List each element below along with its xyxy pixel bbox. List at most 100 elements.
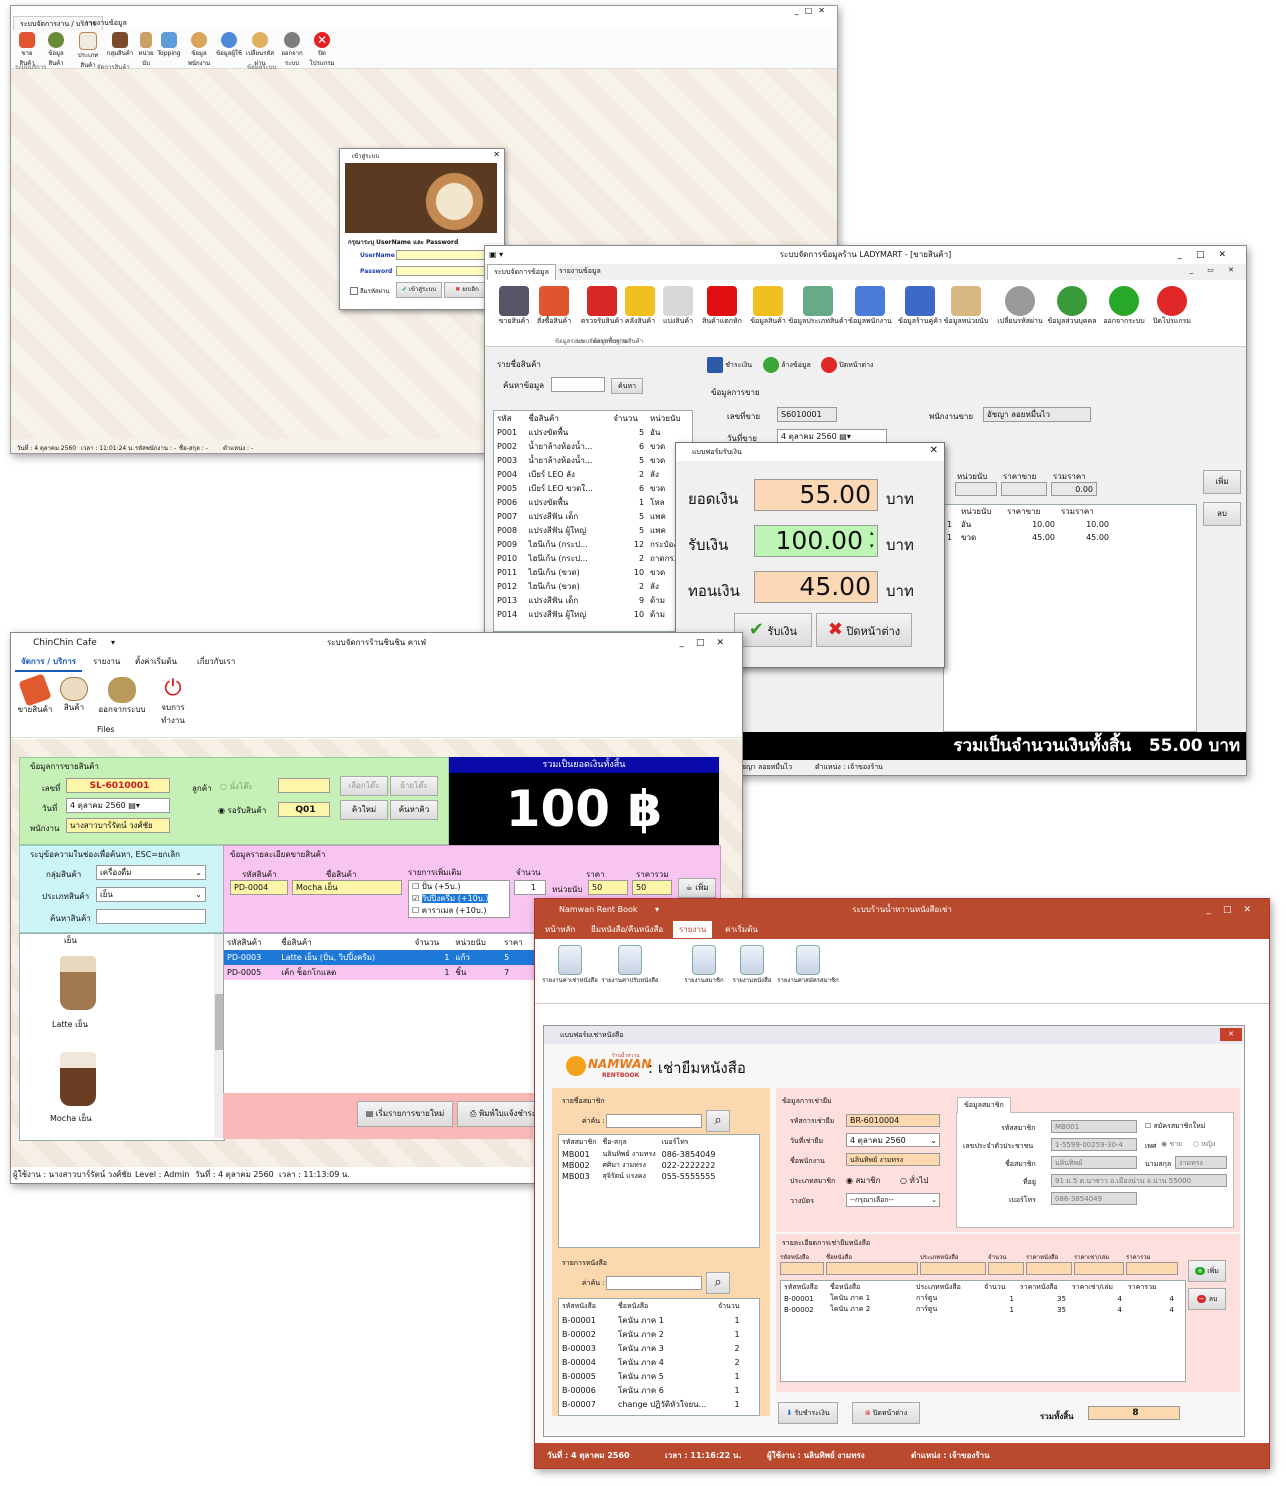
detail-input[interactable] xyxy=(1026,1262,1072,1275)
table-row[interactable]: P008 แปรงสีฟัน ผู้ใหญ่ 5 แพค xyxy=(494,523,692,537)
table-row[interactable]: B-00002 โคนัน ภาค 21 xyxy=(559,1327,743,1341)
latte-image[interactable] xyxy=(60,956,96,1010)
detail-input[interactable] xyxy=(1126,1262,1178,1275)
table-row[interactable]: P009 ไฮนีเก้น (กระป... 12 กระป๋อง xyxy=(494,537,692,551)
tab-settings[interactable]: ค่าเริ่มต้น xyxy=(719,921,764,938)
tab-report[interactable]: รายงานข้อมูล xyxy=(79,16,133,31)
extra-item[interactable]: ☐ ปั่น (+5บ.) xyxy=(412,881,509,893)
unit-field[interactable] xyxy=(955,482,997,496)
report-tool-5[interactable]: รายงานค่าสมัครสมาชิก xyxy=(775,945,841,985)
add-item-button[interactable]: ☕ เพิ่ม xyxy=(678,878,716,898)
type-select[interactable]: เย็น ⌄ xyxy=(96,887,206,902)
detail-input[interactable] xyxy=(920,1262,986,1275)
table-row[interactable]: B-00001 โคนัน ภาค 11 xyxy=(559,1313,743,1327)
tool-13[interactable]: ข้อมูลส่วนบุคคล xyxy=(1047,286,1097,327)
tool-15[interactable]: ปิดโปรแกรม xyxy=(1147,286,1197,327)
table-field[interactable] xyxy=(278,778,330,793)
tool-6[interactable]: สินค้าแตกหัก xyxy=(697,286,747,327)
tool-12[interactable]: เปลี่ยนรหัสผ่าน xyxy=(995,286,1045,327)
tool-topping[interactable]: Topping xyxy=(157,32,181,57)
table-row[interactable]: MB001 นลินทิพย์ งามทรง 086-3854049 xyxy=(559,1149,718,1160)
table-row[interactable]: P003 น้ำยาล้างห้องน้ำ... 5 ขวด xyxy=(494,453,692,467)
table-row[interactable]: B-00002 โคนัน ภาค 2 การ์ตูน 1 35 4 4 xyxy=(781,1304,1177,1315)
report-tool-4[interactable]: รายงานหนังสือ xyxy=(723,945,781,985)
extras-list[interactable]: ☐ ปั่น (+5บ.) ☑ วิปปิ้งครีม (+10บ.) ☐ คา… xyxy=(408,880,510,918)
search-input[interactable] xyxy=(551,377,605,392)
new-sale-button[interactable]: ▤ เริ่มรายการขายใหม่ xyxy=(357,1101,453,1127)
tool-logout[interactable]: ออกจากระบบ xyxy=(277,32,307,68)
close-icon[interactable]: ✕ xyxy=(930,445,938,456)
price-field[interactable] xyxy=(1001,482,1047,496)
rent-date-picker[interactable]: 4 ตุลาคม 2560 ⌄ xyxy=(846,1133,940,1147)
tool-10[interactable]: ข้อมูลร้านคู่ค้า xyxy=(895,286,945,327)
tool-employee[interactable]: ข้อมูลพนักงาน xyxy=(183,32,215,68)
tab-manage[interactable]: ระบบจัดการข้อมูล xyxy=(487,264,556,280)
table-row[interactable]: P004 เบียร์ LEO ลัง 2 ลัง xyxy=(494,467,692,481)
takeaway-radio[interactable]: ◉ รอรับสินค้า xyxy=(218,804,266,817)
tool-sell[interactable]: ขายสินค้า xyxy=(15,673,55,716)
clear-button[interactable]: ล้างข้อมูล xyxy=(763,354,811,376)
card-select[interactable]: --กรุณาเลือก-- ⌄ xyxy=(846,1193,940,1207)
close-icon[interactable]: ✕ xyxy=(1220,1028,1242,1041)
table-row[interactable]: P001 แปรงขัดพื้น 5 อัน xyxy=(494,425,692,439)
tool-9[interactable]: ข้อมูลพนักงาน xyxy=(845,286,895,327)
login-button[interactable]: ✔ เข้าสู่ระบบ xyxy=(396,282,442,298)
tool-product-group[interactable]: กลุ่มสินค้า xyxy=(105,32,135,58)
received-amount-input[interactable]: 100.00 xyxy=(754,525,878,557)
remove-book-button[interactable]: − ลบ xyxy=(1188,1288,1226,1310)
detail-input[interactable] xyxy=(780,1262,824,1275)
table-row[interactable]: MB003 สุจิรัตน์ แรงคง 055-5555555 xyxy=(559,1171,718,1182)
delete-button[interactable]: ลบ xyxy=(1203,502,1241,526)
receive-button[interactable]: ✔ รับเงิน xyxy=(734,613,812,647)
window-controls[interactable]: _□✕ xyxy=(679,633,736,653)
table-row[interactable]: B-00006 โคนัน ภาค 61 xyxy=(559,1383,743,1397)
report-tool-2[interactable]: รายงานค่าปรับหนังสือ xyxy=(601,945,659,985)
tool-user[interactable]: ข้อมูลผู้ใช้ xyxy=(215,32,243,58)
tab-about[interactable]: เกี่ยวกับเรา xyxy=(191,653,241,670)
tab-settings[interactable]: ตั้งค่าเริ่มต้น xyxy=(129,653,183,670)
close-icon[interactable]: ✕ xyxy=(493,150,500,159)
member-type-radio[interactable]: ◉ สมาชิก xyxy=(846,1174,880,1187)
tool-close-program[interactable]: ✕ ปิดโปรแกรม xyxy=(307,32,337,68)
book-search-input[interactable] xyxy=(606,1276,702,1290)
tool-11[interactable]: ข้อมูลหน่วยนับ xyxy=(941,286,991,327)
table-row[interactable]: P006 แปรงขัดพื้น 1 โหล xyxy=(494,495,692,509)
search-queue-button[interactable]: ค้นหาคิว xyxy=(390,800,438,820)
tool-product[interactable]: สินค้า xyxy=(57,677,91,714)
tool-shutdown[interactable]: ⏻ จบการทำงาน xyxy=(151,677,195,727)
book-search-button[interactable]: ⌕ xyxy=(706,1272,730,1294)
table-row[interactable]: P002 น้ำยาล้างห้องน้ำ... 6 ขวด xyxy=(494,439,692,453)
table-row[interactable]: P013 แปรงสีฟัน เด็ก 9 ด้าม xyxy=(494,593,692,607)
extra-item-selected[interactable]: ☑ วิปปิ้งครีม (+10บ.) xyxy=(412,893,509,905)
table-row[interactable]: P005 เบียร์ LEO ขวดใ... 6 ขวด xyxy=(494,481,692,495)
table-row[interactable]: P012 ไฮนีเก้น (ขวด) 2 ลัง xyxy=(494,579,692,593)
female-radio[interactable]: ○ หญิง xyxy=(1193,1139,1215,1150)
table-row[interactable]: P014 แปรงสีฟัน ผู้ใหญ่ 10 ด้าม xyxy=(494,607,692,621)
dine-in-radio[interactable]: ○ นั่งโต๊ะ xyxy=(220,780,253,793)
tab-borrow[interactable]: ยืมหนังสือ/คืนหนังสือ xyxy=(585,921,669,938)
tool-14[interactable]: ออกจากระบบ xyxy=(1099,286,1149,327)
password-input[interactable] xyxy=(396,266,498,276)
table-row[interactable]: PD-0003 Latte เย็น (ปั่น, วิปปิ้งครีม) 1 แก… xyxy=(224,950,534,965)
tool-logout[interactable]: ออกจากระบบ xyxy=(95,677,149,716)
member-info-tab[interactable]: ข้อมูลสมาชิก xyxy=(957,1097,1011,1113)
tool-5[interactable]: แบ่งสินค้า xyxy=(653,286,703,327)
tab-report[interactable]: รายงาน xyxy=(87,653,126,670)
male-radio[interactable]: ◉ ชาย xyxy=(1161,1139,1182,1150)
new-member-checkbox[interactable]: ☐ สมัครสมาชิกใหม่ xyxy=(1145,1121,1205,1132)
tool-unit[interactable]: หน่วยนับ xyxy=(135,32,157,68)
move-table-button[interactable]: ย้ายโต๊ะ xyxy=(390,776,438,796)
table-row[interactable]: B-00005 โคนัน ภาค 51 xyxy=(559,1369,743,1383)
general-type-radio[interactable]: ○ ทั่วไป xyxy=(900,1174,928,1187)
table-row[interactable]: B-00004 โคนัน ภาค 42 xyxy=(559,1355,743,1369)
tool-8[interactable]: ข้อมูลประเภทสินค้า xyxy=(785,286,851,327)
tab-home[interactable]: หน้าหลัก xyxy=(539,921,581,938)
close-window-button[interactable]: ปิดหน้าต่าง xyxy=(821,354,873,376)
table-row[interactable]: 1 อัน 10.00 10.00 xyxy=(944,518,1112,531)
mocha-image[interactable] xyxy=(60,1052,96,1106)
date-picker[interactable]: 4 ตุลาคม 2560 ▤▾ xyxy=(66,798,170,813)
table-row[interactable]: P011 ไฮนีเก้น (ขวด) 10 ขวด xyxy=(494,565,692,579)
table-row[interactable]: 1 ขวด 45.00 45.00 xyxy=(944,531,1112,544)
report-tool-1[interactable]: รายงานค่าเช่าหนังสือ xyxy=(541,945,599,985)
search-button[interactable]: ค้นหา xyxy=(611,378,643,394)
